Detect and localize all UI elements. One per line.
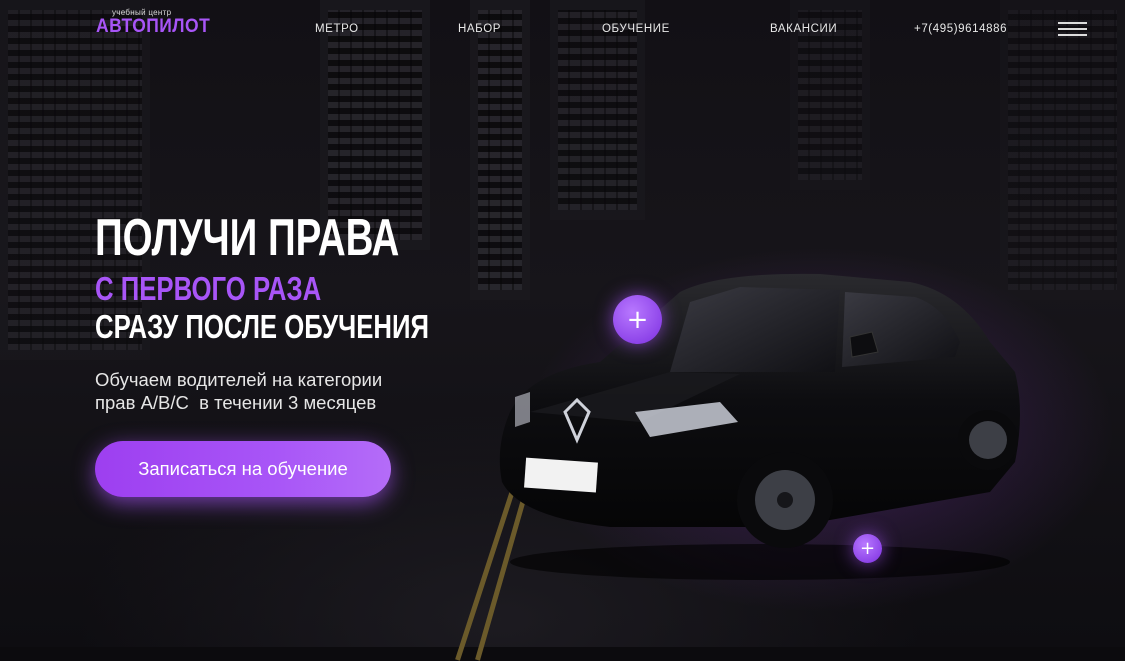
car-image xyxy=(499,273,1021,580)
hero-description-line: прав А/В/С в течении 3 месяцев xyxy=(95,392,377,413)
logo-name: АВТОПИЛОТ xyxy=(96,16,211,37)
hero-subtitle: СРАЗУ ПОСЛЕ ОБУЧЕНИЯ xyxy=(95,308,429,345)
logo[interactable]: учебный центр АВТОПИЛОТ xyxy=(96,8,211,37)
nav-item-obuchenie[interactable]: ОБУЧЕНИЕ xyxy=(602,23,670,35)
signup-button[interactable]: Записаться на обучение xyxy=(95,441,391,497)
nav-item-nabor[interactable]: НАБОР xyxy=(458,23,501,35)
site-header: учебный центр АВТОПИЛОТ МЕТРО НАБОР ОБУЧ… xyxy=(0,0,1125,60)
nav-item-metro[interactable]: МЕТРО xyxy=(315,23,359,35)
hero-description-line: Обучаем водителей на категории xyxy=(95,369,383,390)
hero-description: Обучаем водителей на категории прав А/В/… xyxy=(95,368,455,414)
nav-item-vakansii[interactable]: ВАКАНСИИ xyxy=(770,23,837,35)
phone-link[interactable]: +7(495)9614886 xyxy=(914,23,1007,35)
plus-icon[interactable]: + xyxy=(853,534,882,563)
hero-title: ПОЛУЧИ ПРАВА xyxy=(95,209,400,267)
hero-subtitle-accent: С ПЕРВОГО РАЗА xyxy=(95,270,322,307)
plus-icon[interactable]: + xyxy=(613,295,662,344)
hamburger-icon[interactable] xyxy=(1058,22,1087,36)
